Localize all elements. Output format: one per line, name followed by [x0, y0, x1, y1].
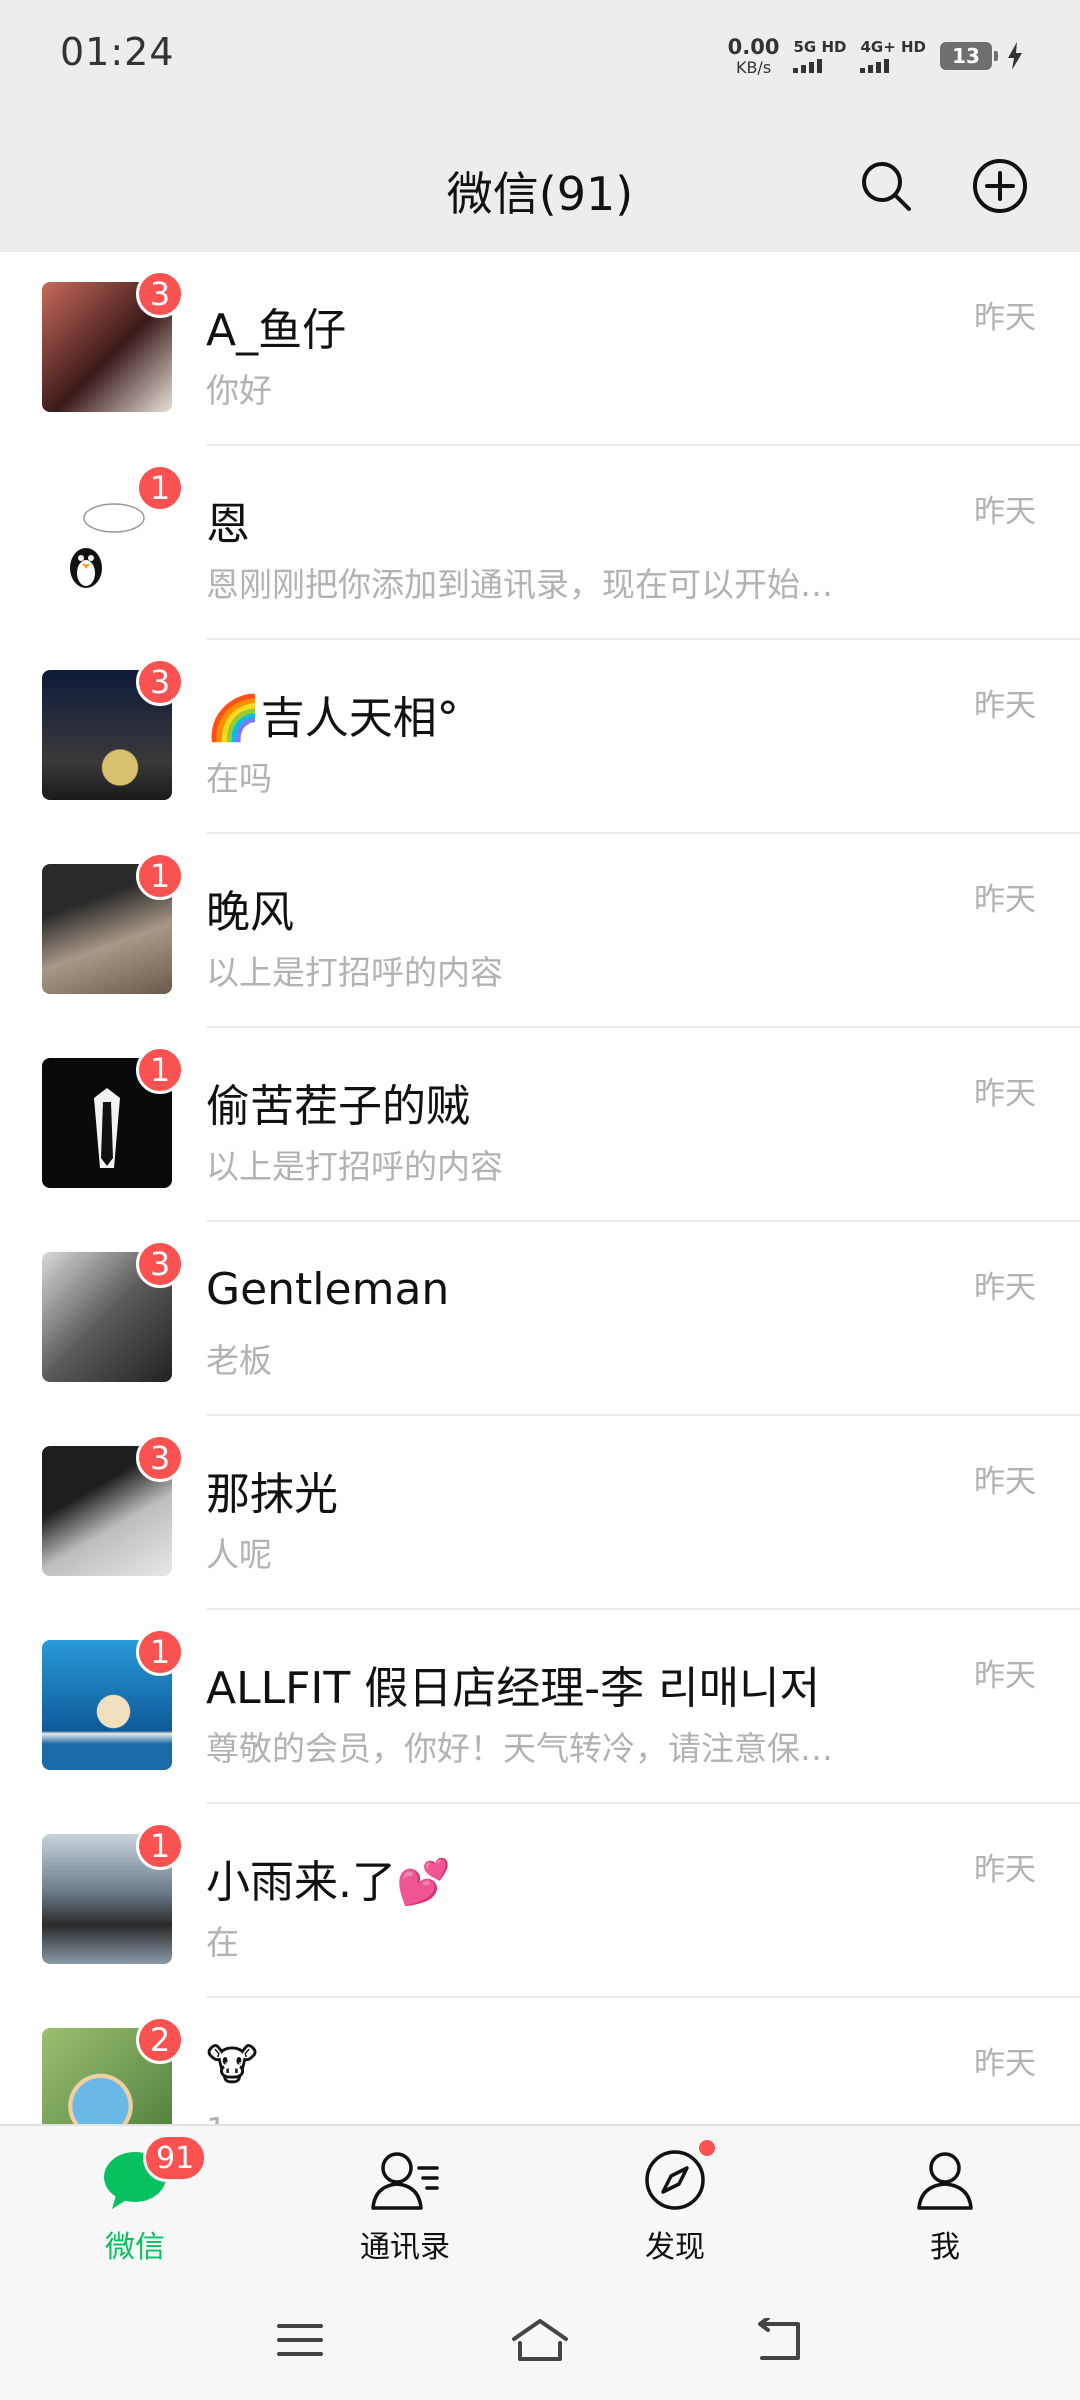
page-title: 微信(91) [446, 167, 634, 221]
net-speed-value: 0.00 [727, 34, 780, 59]
sim2-signal-icon: 4G+ HD [860, 37, 926, 73]
chat-preview: 恩刚刚把你添加到通讯录，现在可以开始… [206, 565, 833, 604]
unread-total-badge: 91 [143, 2134, 208, 2182]
tab-label: 微信 [105, 2230, 165, 2265]
chat-name: A_鱼仔 [206, 305, 347, 356]
add-button[interactable] [970, 156, 1030, 216]
tab-label: 通讯录 [360, 2230, 450, 2265]
unread-badge: 1 [136, 1628, 184, 1676]
back-icon [758, 2318, 800, 2360]
chat-time: 昨天 [974, 494, 1036, 530]
chat-name: 🌈吉人天相° [206, 693, 459, 744]
network-speed: 0.00 KB/s [727, 34, 780, 77]
unread-badge: 1 [136, 1046, 184, 1094]
chat-preview: 以上是打招呼的内容 [206, 953, 503, 992]
unread-badge: 3 [136, 1240, 184, 1288]
chat-row[interactable]: 2 🐮 1 昨天 [0, 1998, 1080, 2124]
chat-list[interactable]: 3 A_鱼仔 你好 昨天 1 恩 恩刚刚把你添加到通讯录，现在可以开始… 昨天 … [0, 252, 1080, 2124]
chat-time: 昨天 [974, 1076, 1036, 1112]
chat-name: 晚风 [206, 887, 294, 938]
chat-preview: 在吗 [206, 759, 272, 798]
chat-time: 昨天 [974, 1658, 1036, 1694]
unread-badge: 1 [136, 464, 184, 512]
chat-preview: 以上是打招呼的内容 [206, 1147, 503, 1186]
tab-label: 发现 [645, 2230, 705, 2265]
chat-row[interactable]: 1 晚风 以上是打招呼的内容 昨天 [0, 834, 1080, 1028]
chat-time: 昨天 [974, 300, 1036, 336]
chat-preview: 人呢 [206, 1535, 272, 1574]
back-button[interactable] [750, 2310, 810, 2370]
tab-chats[interactable]: 91 微信 [0, 2126, 270, 2280]
chat-row[interactable]: 3 A_鱼仔 你好 昨天 [0, 252, 1080, 446]
tab-discover[interactable]: 发现 [540, 2126, 810, 2280]
chat-row[interactable]: 1 偷苦茬子的贼 以上是打招呼的内容 昨天 [0, 1028, 1080, 1222]
chat-time: 昨天 [974, 1270, 1036, 1306]
chat-name: 小雨来.了💕 [206, 1857, 451, 1908]
sim2-label: 4G+ HD [860, 37, 926, 56]
battery-icon: 13 [940, 42, 998, 70]
system-navigation-bar [0, 2280, 1080, 2400]
chat-name: ALLFIT 假日店经理-李 리매니저 [206, 1663, 821, 1714]
tab-contacts[interactable]: 通讯录 [270, 2126, 540, 2280]
bottom-tab-bar: 91 微信 通讯录 发现 我 [0, 2124, 1080, 2280]
chat-time: 昨天 [974, 1464, 1036, 1500]
chat-row[interactable]: 1 ALLFIT 假日店经理-李 리매니저 尊敬的会员，你好！天气转冷，请注意保… [0, 1610, 1080, 1804]
chat-name: 那抹光 [206, 1469, 338, 1520]
menu-button[interactable] [270, 2310, 330, 2370]
chat-preview: 在 [206, 1923, 239, 1962]
menu-icon [277, 2324, 323, 2356]
chat-row[interactable]: 3 那抹光 人呢 昨天 [0, 1416, 1080, 1610]
status-bar: 01:24 0.00 KB/s 5G HD 4G+ HD 13 [0, 0, 1080, 118]
chat-row[interactable]: 3 🌈吉人天相° 在吗 昨天 [0, 640, 1080, 834]
home-button[interactable] [510, 2310, 570, 2370]
chat-time: 昨天 [974, 1852, 1036, 1888]
chat-bubble-icon: 91 [99, 2134, 208, 2216]
chat-time: 昨天 [974, 2046, 1036, 2082]
chat-preview: 你好 [206, 371, 272, 410]
chat-preview: 1 [206, 2110, 227, 2124]
chat-preview: 老板 [206, 1341, 272, 1380]
net-speed-unit: KB/s [735, 57, 772, 77]
chat-preview: 尊敬的会员，你好！天气转冷，请注意保… [206, 1729, 833, 1768]
new-content-dot [697, 2138, 717, 2158]
unread-badge: 1 [136, 852, 184, 900]
app-header: 微信(91) [0, 118, 1080, 252]
unread-badge: 1 [136, 1822, 184, 1870]
contacts-icon [369, 2144, 441, 2216]
unread-badge: 2 [136, 2016, 184, 2064]
chat-row[interactable]: 1 恩 恩刚刚把你添加到通讯录，现在可以开始… 昨天 [0, 446, 1080, 640]
chat-row[interactable]: 3 Gentleman 老板 昨天 [0, 1222, 1080, 1416]
unread-badge: 3 [136, 658, 184, 706]
chat-name: 恩 [206, 499, 250, 550]
search-button[interactable] [856, 156, 916, 216]
compass-icon [639, 2138, 717, 2216]
tab-me[interactable]: 我 [810, 2126, 1080, 2280]
chat-name: 🐮 [206, 2040, 259, 2091]
chat-name: 偷苦茬子的贼 [206, 1081, 470, 1132]
person-icon [909, 2144, 981, 2216]
status-indicators: 0.00 KB/s 5G HD 4G+ HD 13 [728, 34, 1024, 78]
unread-badge: 3 [136, 270, 184, 318]
search-icon [862, 162, 911, 211]
chat-row[interactable]: 1 小雨来.了💕 在 昨天 [0, 1804, 1080, 1998]
tab-label: 我 [930, 2230, 960, 2265]
status-time: 01:24 [60, 30, 175, 74]
chat-time: 昨天 [974, 882, 1036, 918]
charging-icon [1008, 42, 1022, 70]
unread-badge: 3 [136, 1434, 184, 1482]
sim1-label: 5G HD [793, 37, 847, 56]
chat-time: 昨天 [974, 688, 1036, 724]
chat-name: Gentleman [206, 1264, 450, 1315]
home-icon [512, 2319, 568, 2361]
plus-circle-icon [973, 159, 1027, 213]
sim1-signal-icon: 5G HD [793, 37, 847, 73]
